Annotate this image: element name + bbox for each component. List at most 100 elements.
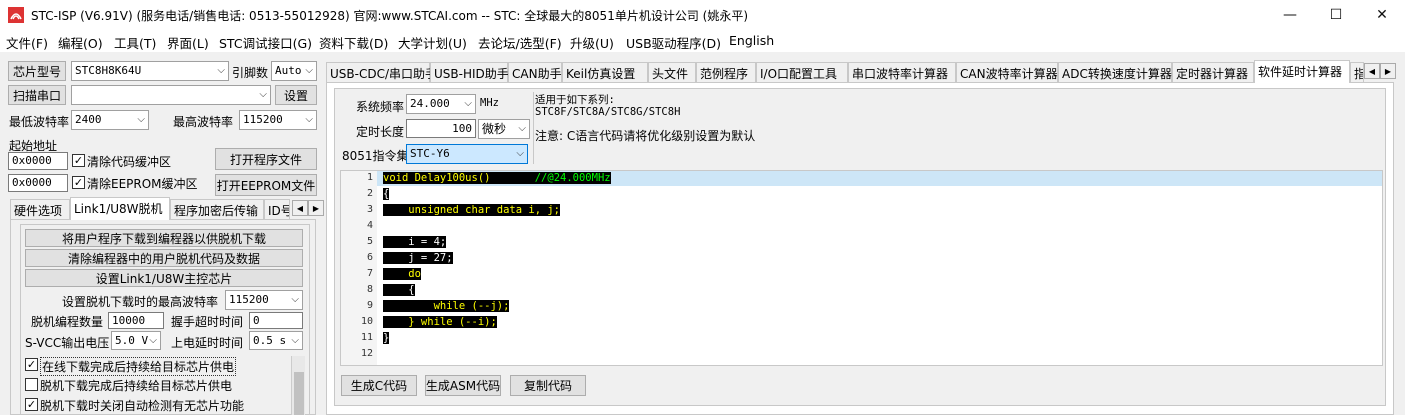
port-select[interactable]: ⌵ xyxy=(71,85,271,105)
min-baud-select[interactable]: 2400 ⌵ xyxy=(71,110,149,130)
tab-more[interactable]: 指 xyxy=(1350,62,1364,82)
menu-university[interactable]: 大学计划(U) xyxy=(398,33,467,52)
port-settings-button[interactable]: 设置 xyxy=(275,85,317,105)
tab-encrypted-transfer[interactable]: 程序加密后传输 xyxy=(170,199,264,219)
set-master-chip-button[interactable]: 设置Link1/U8W主控芯片 xyxy=(25,269,303,287)
pin-count-value: Auto xyxy=(275,64,302,77)
clear-programmer-button[interactable]: 清除编程器中的用户脱机代码及数据 xyxy=(25,249,303,267)
scan-port-button[interactable]: 扫描串口 xyxy=(8,85,66,105)
arrow-right-icon[interactable]: ▶ xyxy=(1380,63,1396,79)
duration-unit-value: 微秒 xyxy=(482,122,507,136)
tab-examples[interactable]: 范例程序 xyxy=(696,62,756,82)
chevron-down-icon: ⌵ xyxy=(464,98,472,109)
code-line-2: { xyxy=(383,187,390,202)
code-start-address-input[interactable]: 0x0000 xyxy=(8,152,68,170)
menu-download[interactable]: 资料下载(D) xyxy=(319,33,388,52)
tab-usb-hid[interactable]: USB-HID助手 xyxy=(430,62,509,82)
right-tab-scroll[interactable]: ◀ ▶ xyxy=(1364,63,1396,79)
window-title: STC-ISP (V6.91V) (服务电话/销售电话: 0513-550129… xyxy=(31,9,749,23)
open-program-file-button[interactable]: 打开程序文件 xyxy=(215,148,317,170)
chip-type-button[interactable]: 芯片型号 xyxy=(8,61,66,81)
program-count-input[interactable]: 10000 xyxy=(108,312,164,329)
open-eeprom-file-button[interactable]: 打开EEPROM文件 xyxy=(215,174,317,196)
code-line-8: { xyxy=(383,283,415,298)
menu-tools[interactable]: 工具(T) xyxy=(114,33,156,52)
svcc-voltage-label: S-VCC输出电压 xyxy=(25,336,110,350)
isa-select[interactable]: STC-Y6 ⌵ xyxy=(406,144,528,164)
menu-file[interactable]: 文件(F) xyxy=(6,33,48,52)
duration-unit-select[interactable]: 微秒 ⌵ xyxy=(478,119,530,139)
sys-freq-label: 系统频率 xyxy=(356,100,405,114)
power-delay-label: 上电延时时间 xyxy=(171,336,244,350)
maximize-button[interactable]: ☐ xyxy=(1313,0,1359,30)
arrow-left-icon[interactable]: ◀ xyxy=(1364,63,1380,79)
tab-link1-offline[interactable]: Link1/U8W脱机 xyxy=(70,197,170,220)
tab-header-file[interactable]: 头文件 xyxy=(648,62,696,82)
pin-count-label: 引脚数 xyxy=(232,66,269,80)
arrow-right-icon[interactable]: ▶ xyxy=(308,200,324,216)
tab-timer-calc[interactable]: 定时器计算器 xyxy=(1172,62,1254,82)
isa-value: STC-Y6 xyxy=(410,147,450,160)
offline-max-baud-select[interactable]: 115200 ⌵ xyxy=(225,290,303,310)
tab-usb-cdc[interactable]: USB-CDC/串口助手 xyxy=(326,62,437,82)
code-line-11: } xyxy=(383,331,390,346)
svcc-voltage-value: 5.0 V xyxy=(115,334,149,347)
disable-autodetect-checkbox[interactable]: ✓ xyxy=(25,398,38,411)
menu-forum[interactable]: 去论坛/选型(F) xyxy=(478,33,562,52)
max-baud-select[interactable]: 115200 ⌵ xyxy=(239,110,317,130)
tab-delay-calc[interactable]: 软件延时计算器 xyxy=(1254,60,1350,83)
tab-io-config[interactable]: I/O口配置工具 xyxy=(756,62,848,82)
offline-power-checkbox[interactable] xyxy=(25,378,38,391)
tab-id[interactable]: ID号 xyxy=(264,199,290,219)
code-comment: //@24.000MHz xyxy=(534,172,611,184)
left-tabstrip: 硬件选项 Link1/U8W脱机 程序加密后传输 ID号 ◀▶ xyxy=(10,197,324,220)
close-button[interactable]: ✕ xyxy=(1359,0,1405,30)
chevron-down-icon: ⌵ xyxy=(516,148,524,159)
pin-count-select[interactable]: Auto ⌵ xyxy=(271,61,317,81)
menu-english[interactable]: English xyxy=(729,33,774,48)
menu-debug[interactable]: STC调试接口(G) xyxy=(219,33,312,52)
line-number: 9 xyxy=(366,300,373,311)
code-text: { xyxy=(383,284,415,296)
code-text: void Delay100us() xyxy=(383,172,491,184)
generate-c-code-button[interactable]: 生成C代码 xyxy=(341,375,417,396)
max-baud-label: 最高波特率 xyxy=(173,115,234,129)
scrollbar-thumb[interactable] xyxy=(294,372,304,415)
info-text: 适用于如下系列: STC8F/STC8A/STC8G/STC8H 注意: C语言… xyxy=(535,94,755,142)
tab-hardware-options[interactable]: 硬件选项 xyxy=(10,199,70,219)
power-delay-select[interactable]: 0.5 s ⌵ xyxy=(249,331,303,350)
menu-upgrade[interactable]: 升级(U) xyxy=(570,33,614,52)
line-number: 2 xyxy=(366,188,373,199)
code-text: while (--j); xyxy=(383,300,510,312)
tab-can-baud[interactable]: CAN波特率计算器 xyxy=(956,62,1058,82)
arrow-left-icon[interactable]: ◀ xyxy=(292,200,308,216)
menu-bar: 文件(F) 编程(O) 工具(T) 界面(L) STC调试接口(G) 资料下载(… xyxy=(0,30,1405,52)
copy-code-button[interactable]: 复制代码 xyxy=(510,375,586,396)
left-tab-scroll[interactable]: ◀ ▶ xyxy=(292,200,324,216)
tab-uart-baud[interactable]: 串口波特率计算器 xyxy=(848,62,956,82)
sys-freq-select[interactable]: 24.000 ⌵ xyxy=(406,94,476,114)
download-to-programmer-button[interactable]: 将用户程序下载到编程器以供脱机下载 xyxy=(25,229,303,247)
minimize-button[interactable]: — xyxy=(1267,0,1313,30)
code-editor[interactable]: 1 2 3 4 5 6 7 8 9 10 11 12 void Delay100… xyxy=(340,170,1383,366)
tab-can[interactable]: CAN助手 xyxy=(508,62,562,82)
online-power-checkbox[interactable]: ✓ xyxy=(25,358,38,371)
svcc-voltage-select[interactable]: 5.0 V ⌵ xyxy=(111,331,161,350)
eeprom-start-address-input[interactable]: 0x0000 xyxy=(8,174,68,192)
menu-interface[interactable]: 界面(L) xyxy=(167,33,209,52)
tab-keil[interactable]: Keil仿真设置 xyxy=(562,62,648,82)
clear-eeprom-checkbox[interactable]: ✓ xyxy=(72,176,85,189)
generate-asm-code-button[interactable]: 生成ASM代码 xyxy=(425,375,501,396)
tab-adc-speed[interactable]: ADC转换速度计算器 xyxy=(1058,62,1172,82)
info-series-label: 适用于如下系列: xyxy=(535,94,615,106)
chevron-down-icon: ⌵ xyxy=(217,65,225,76)
menu-usb-driver[interactable]: USB驱动程序(D) xyxy=(626,33,721,52)
menu-program[interactable]: 编程(O) xyxy=(58,33,103,52)
chip-type-select[interactable]: STC8H8K64U ⌵ xyxy=(71,61,229,81)
isa-label: 8051指令集 xyxy=(342,149,409,163)
duration-input[interactable]: 100 xyxy=(406,119,476,138)
clear-code-checkbox[interactable]: ✓ xyxy=(72,154,85,167)
chevron-down-icon: ⌵ xyxy=(137,114,145,125)
options-scrollbar[interactable] xyxy=(291,356,305,415)
handshake-timeout-input[interactable]: 0 xyxy=(249,312,303,329)
